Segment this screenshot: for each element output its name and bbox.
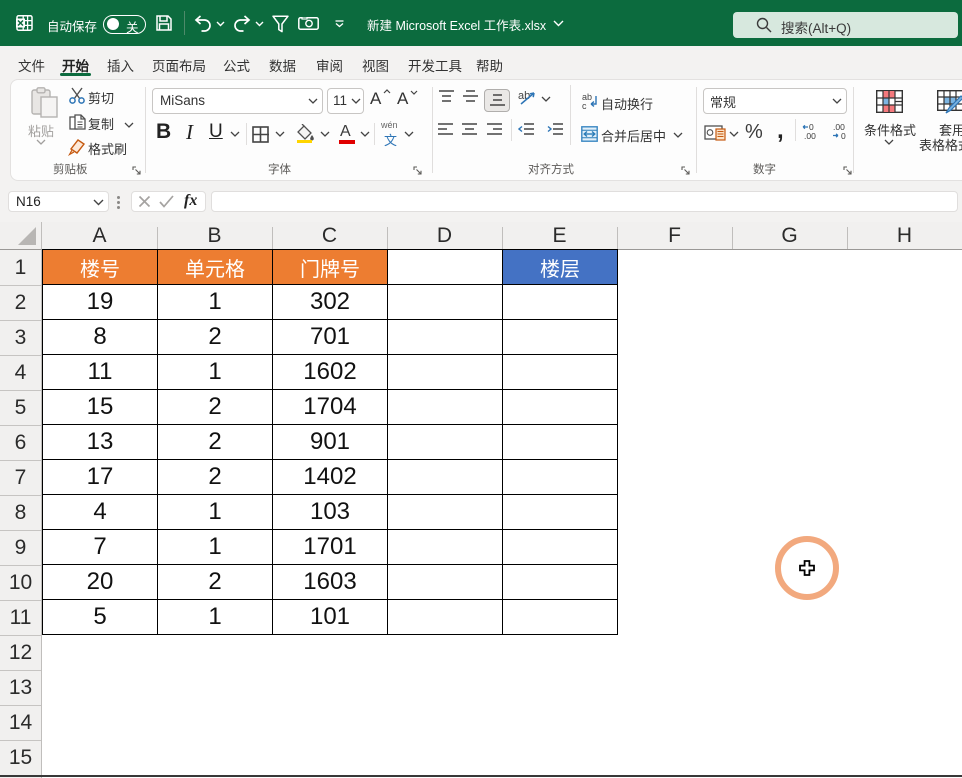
- svg-text:ab: ab: [518, 90, 530, 102]
- svg-text:c: c: [582, 101, 587, 109]
- svg-text:.00: .00: [804, 131, 816, 140]
- svg-text:0: 0: [841, 131, 846, 140]
